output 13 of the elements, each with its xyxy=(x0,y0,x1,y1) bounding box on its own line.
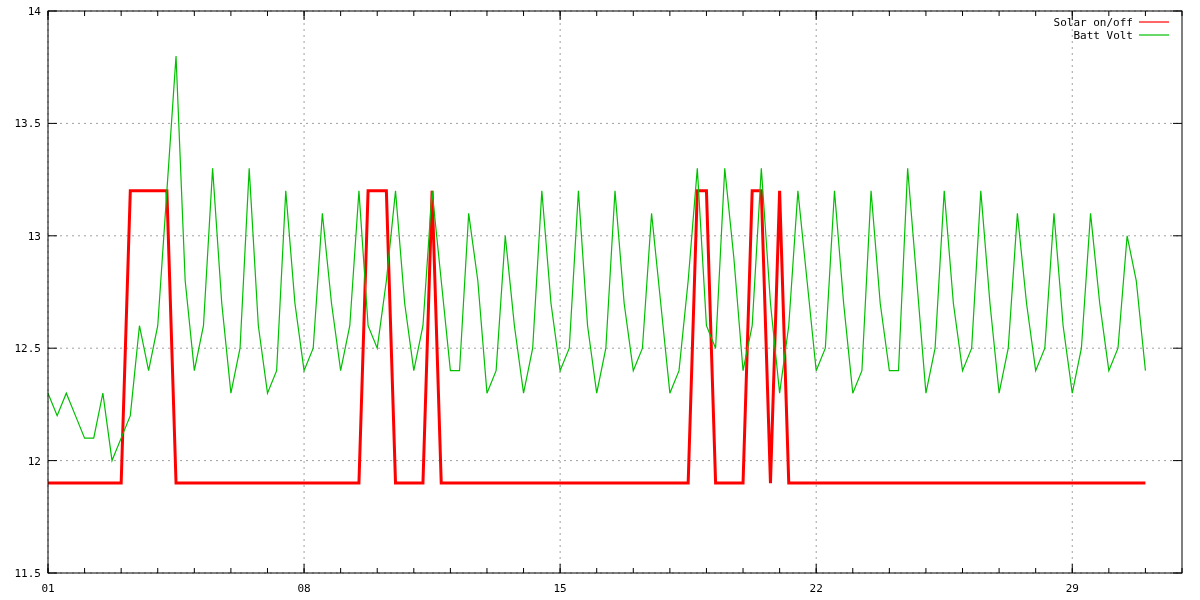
x-tick-label: 22 xyxy=(809,582,823,595)
x-tick-label: 08 xyxy=(297,582,311,595)
x-tick-label: 01 xyxy=(41,582,55,595)
x-tick-label: 15 xyxy=(553,582,567,595)
y-tick-label: 12.5 xyxy=(14,342,41,356)
y-tick-label: 13 xyxy=(27,229,41,243)
y-tick-label: 13.5 xyxy=(14,117,41,131)
y-tick-label: 11.5 xyxy=(14,567,41,580)
y-tick-label: 14 xyxy=(27,5,41,18)
y-tick-label: 12 xyxy=(27,454,41,468)
x-tick-label: 29 xyxy=(1065,582,1079,595)
legend-label: Batt Volt xyxy=(1073,29,1133,42)
legend-label: Solar on/off xyxy=(1053,16,1133,29)
